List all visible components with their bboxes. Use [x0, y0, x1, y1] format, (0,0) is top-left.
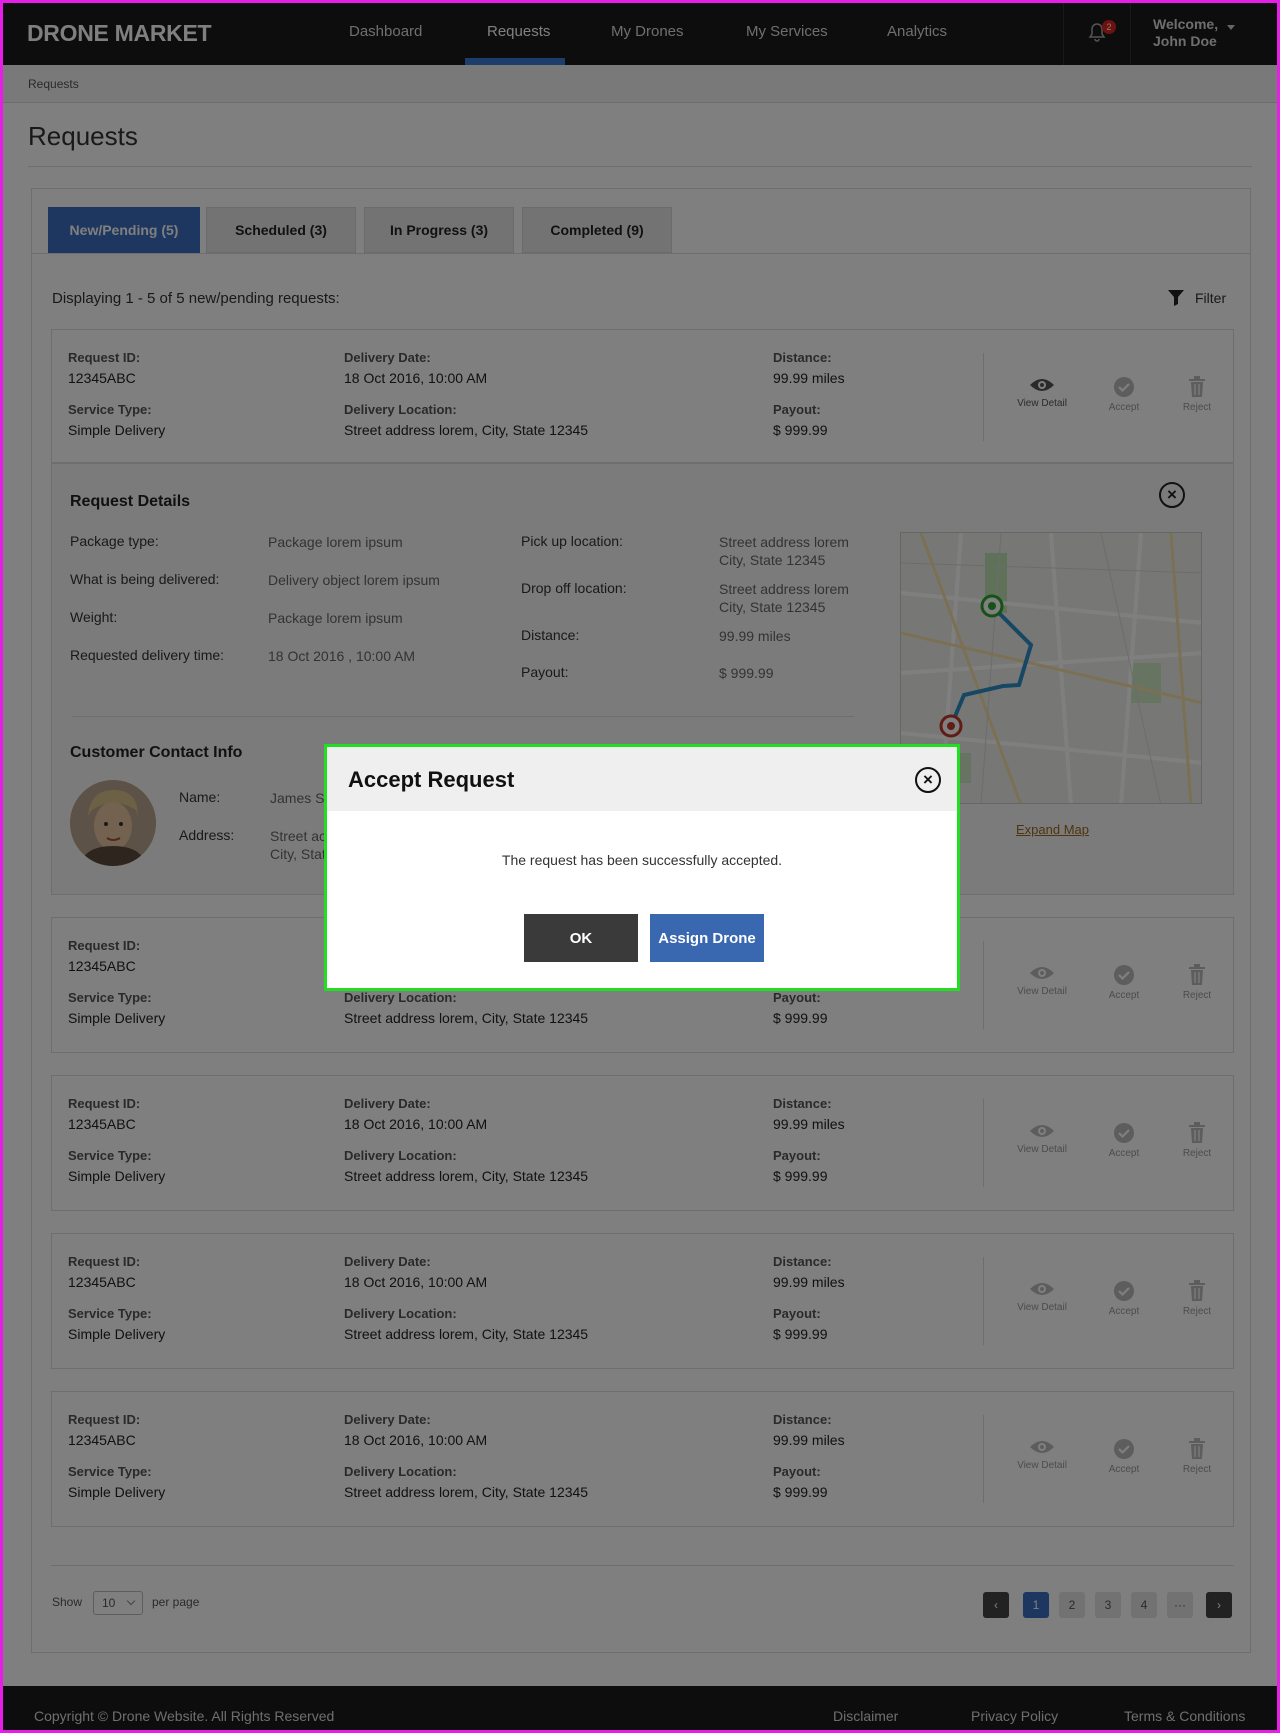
modal-title: Accept Request [348, 767, 515, 792]
assign-drone-button[interactable]: Assign Drone [650, 914, 764, 962]
modal-message: The request has been successfully accept… [501, 852, 783, 868]
modal-header: Accept Request × [327, 747, 957, 811]
ok-button[interactable]: OK [524, 914, 638, 962]
page-frame: DRONE MARKET Dashboard Requests My Drone… [0, 0, 1280, 1733]
close-icon[interactable]: × [915, 767, 941, 793]
accept-request-modal: Accept Request × The request has been su… [324, 744, 960, 991]
